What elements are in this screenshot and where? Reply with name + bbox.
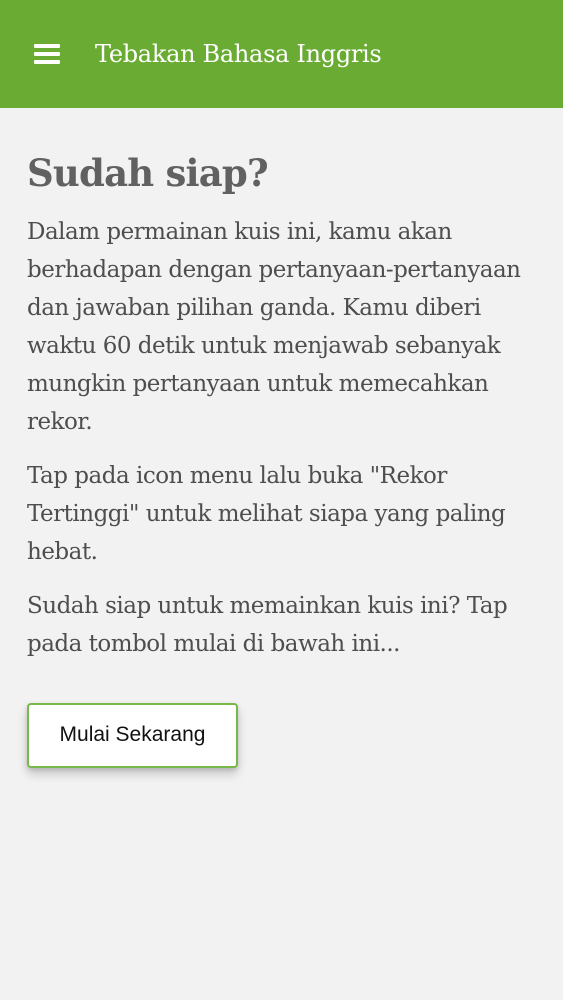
quiz-intro-content: Sudah siap? Dalam permainan kuis ini, ka… bbox=[0, 108, 563, 1000]
menu-icon-line bbox=[34, 43, 60, 48]
page-title: Sudah siap? bbox=[27, 151, 269, 195]
app-title: Tebakan Bahasa Inggris bbox=[95, 40, 382, 68]
start-prompt-paragraph: Sudah siap untuk memainkan kuis ini? Tap… bbox=[27, 592, 508, 657]
menu-icon[interactable] bbox=[34, 43, 60, 65]
start-now-button[interactable]: Mulai Sekarang bbox=[27, 702, 238, 768]
intro-paragraph: Dalam permainan kuis ini, kamu akan berh… bbox=[27, 218, 521, 435]
app-bar: Tebakan Bahasa Inggris bbox=[0, 0, 563, 108]
leaderboard-hint-paragraph: Tap pada icon menu lalu buka "Rekor Tert… bbox=[27, 462, 506, 565]
menu-icon-line bbox=[34, 51, 60, 56]
menu-icon-line bbox=[34, 59, 60, 64]
